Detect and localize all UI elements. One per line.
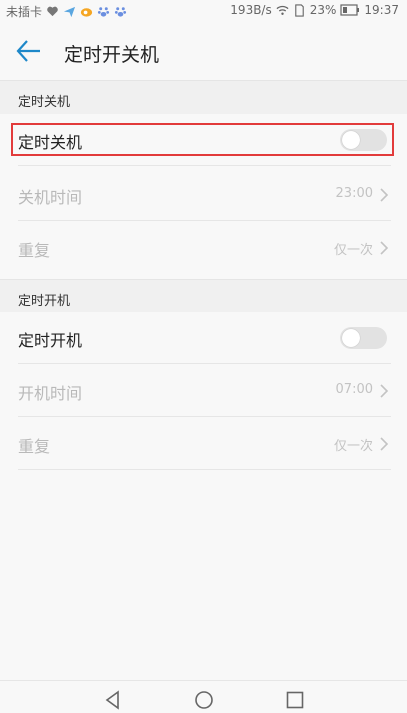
baidu-paw-icon xyxy=(97,7,110,17)
shutdown-time-value: 23:00 xyxy=(335,186,373,201)
status-bar-right: 193B/s 23% 19:37 xyxy=(230,3,399,17)
divider xyxy=(18,416,391,417)
startup-repeat-value: 仅一次 xyxy=(333,439,373,454)
toggle-knob xyxy=(342,329,360,347)
startup-time-label: 开机时间 xyxy=(18,384,83,403)
shutdown-time-label: 关机时间 xyxy=(18,188,83,207)
status-bar: 未插卡 193B/s 23% 19:37 xyxy=(0,0,407,22)
back-button[interactable] xyxy=(12,36,48,66)
clock: 19:37 xyxy=(364,3,399,17)
baidu-paw-icon xyxy=(114,7,127,17)
startup-repeat-label: 重复 xyxy=(18,437,51,456)
chevron-right-icon xyxy=(380,188,389,202)
startup-repeat-row[interactable]: 重复 仅一次 xyxy=(0,418,407,470)
status-bar-left: 未插卡 xyxy=(6,3,127,20)
startup-time-value: 07:00 xyxy=(335,382,373,397)
shutdown-toggle-switch[interactable] xyxy=(340,129,387,151)
wifi-icon xyxy=(276,5,289,15)
paper-plane-icon xyxy=(63,6,76,18)
chevron-right-icon xyxy=(380,384,389,398)
carrier-text: 未插卡 xyxy=(6,5,43,19)
shutdown-repeat-label: 重复 xyxy=(18,241,51,260)
toggle-knob xyxy=(342,131,360,149)
home-circle-icon[interactable] xyxy=(193,689,215,711)
heart-icon xyxy=(47,6,58,17)
section-header-shutdown: 定时关机 xyxy=(0,80,407,114)
sim-icon xyxy=(294,3,304,17)
weibo-icon xyxy=(80,8,93,17)
divider xyxy=(18,220,391,221)
divider xyxy=(18,469,391,470)
section-title-shutdown: 定时关机 xyxy=(18,95,71,110)
divider xyxy=(18,363,391,364)
chevron-right-icon xyxy=(380,437,389,451)
startup-toggle-row[interactable]: 定时开机 xyxy=(0,312,407,364)
section-header-startup: 定时开机 xyxy=(0,279,407,313)
recents-square-icon[interactable] xyxy=(284,689,306,711)
screen: 未插卡 193B/s 23% 19:37 定时开关机 定时关机 定时关机 关机时… xyxy=(0,0,407,713)
shutdown-time-row[interactable]: 关机时间 23:00 xyxy=(0,169,407,221)
shutdown-repeat-value: 仅一次 xyxy=(333,243,373,258)
system-nav-bar xyxy=(0,680,407,713)
shutdown-toggle-label: 定时关机 xyxy=(18,133,83,152)
startup-time-row[interactable]: 开机时间 07:00 xyxy=(0,365,407,417)
network-speed: 193B/s xyxy=(230,3,272,17)
chevron-right-icon xyxy=(380,241,389,255)
startup-toggle-label: 定时开机 xyxy=(18,331,83,350)
section-title-startup: 定时开机 xyxy=(18,294,71,309)
page-title: 定时开关机 xyxy=(64,44,160,66)
startup-toggle-switch[interactable] xyxy=(340,327,387,349)
divider xyxy=(18,165,391,166)
battery-icon xyxy=(340,4,360,16)
app-header: 定时开关机 xyxy=(0,22,407,78)
shutdown-toggle-row[interactable]: 定时关机 xyxy=(0,114,407,166)
battery-percent: 23% xyxy=(309,3,337,17)
back-arrow-icon xyxy=(16,40,40,62)
shutdown-repeat-row[interactable]: 重复 仅一次 xyxy=(0,222,407,274)
back-triangle-icon[interactable] xyxy=(102,689,124,711)
